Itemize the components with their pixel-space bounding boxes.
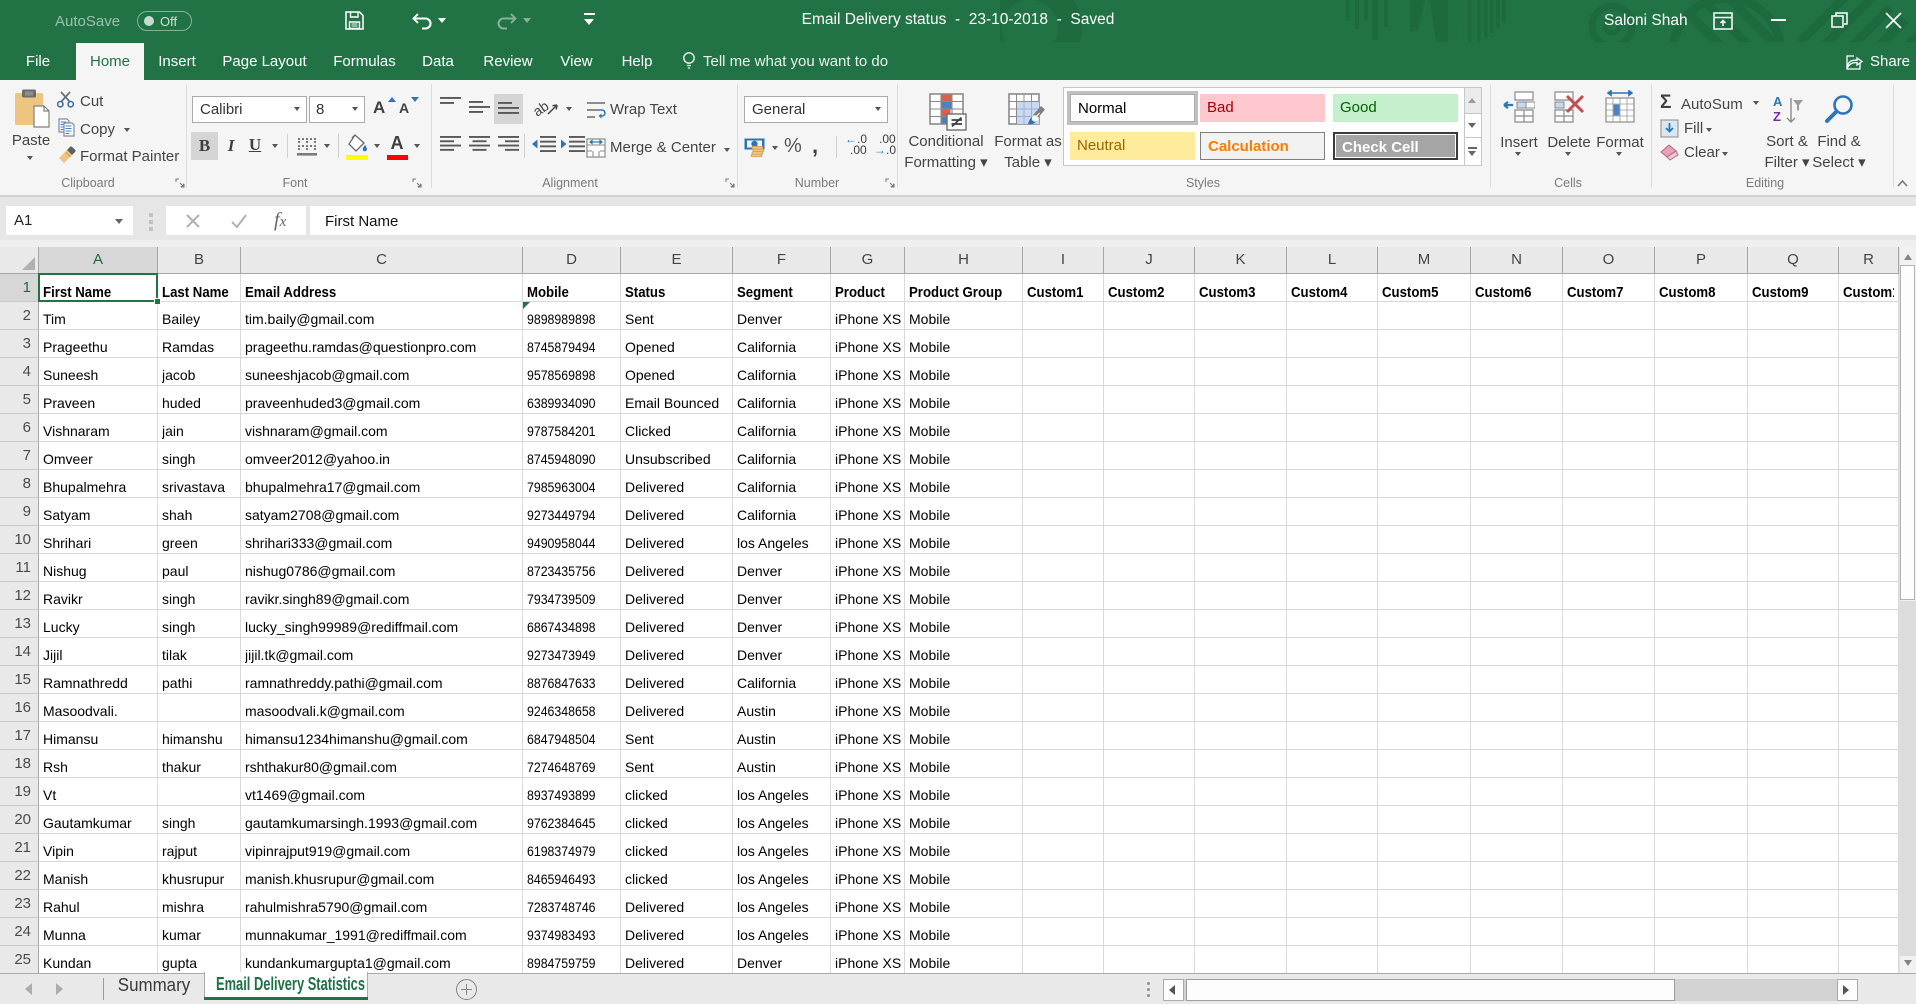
svg-text:Z: Z [1773,109,1781,124]
svg-text:A: A [1773,94,1783,109]
svg-text:ab: ab [534,97,552,119]
